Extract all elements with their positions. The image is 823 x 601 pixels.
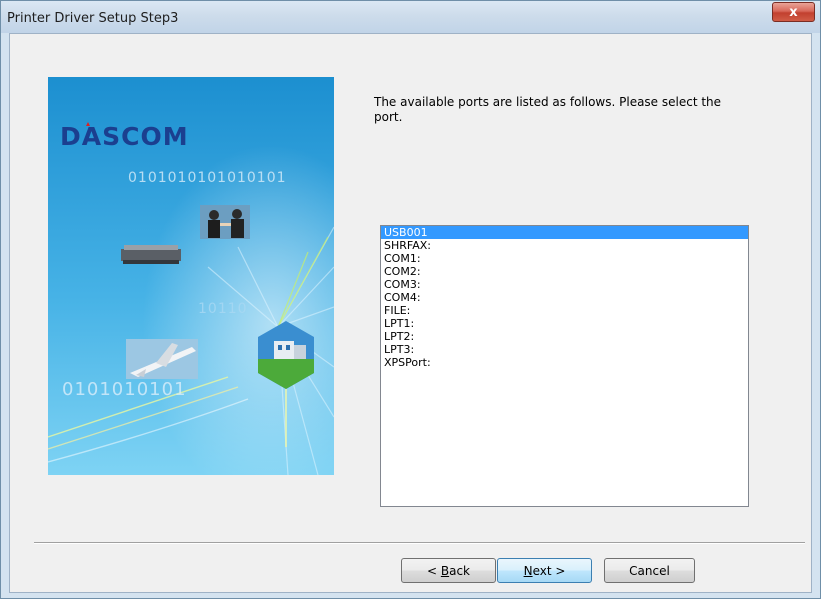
port-list-item[interactable]: COM3: <box>381 278 748 291</box>
port-list-item[interactable]: SHRFAX: <box>381 239 748 252</box>
binary-text-bottom: 0101010101 <box>62 379 187 400</box>
port-list-item[interactable]: COM4: <box>381 291 748 304</box>
port-list-item[interactable]: COM2: <box>381 265 748 278</box>
next-button[interactable]: Next > <box>497 558 592 583</box>
binary-text-middle: 10110 <box>198 301 248 317</box>
port-listbox[interactable]: USB001 SHRFAX: COM1: COM2: COM3: COM4: FILE: LP… <box>380 225 749 507</box>
instructions-text: The available ports are listed as follow… <box>374 95 722 124</box>
cancel-button[interactable]: Cancel <box>604 558 695 583</box>
window-title: Printer Driver Setup Step3 <box>7 11 179 26</box>
port-list-item[interactable]: XPSPort: <box>381 356 748 369</box>
binary-text-top: 0101010101010101 <box>128 170 287 186</box>
port-list-item[interactable]: LPT2: <box>381 330 748 343</box>
port-list-item[interactable]: LPT3: <box>381 343 748 356</box>
port-list-item[interactable]: FILE: <box>381 304 748 317</box>
close-button[interactable]: x <box>772 2 815 22</box>
back-button[interactable]: < Back <box>401 558 496 583</box>
dascom-banner-image: DASCOM 0101010101010101 10110 0101010101 <box>48 77 334 475</box>
dialog-client-area: DASCOM 0101010101010101 10110 0101010101 <box>9 33 812 593</box>
dascom-logo: DASCOM <box>60 122 189 151</box>
separator <box>34 542 805 544</box>
title-bar[interactable]: Printer Driver Setup Step3 x <box>1 1 820 33</box>
printer-image <box>121 245 181 264</box>
business-people-image <box>200 205 250 239</box>
cancel-button-label: Cancel <box>629 563 670 578</box>
port-list-item[interactable]: COM1: <box>381 252 748 265</box>
back-button-label: < Back <box>426 563 470 578</box>
port-list-item[interactable]: LPT1: <box>381 317 748 330</box>
setup-dialog: Printer Driver Setup Step3 x DASCOM 0101… <box>0 0 821 599</box>
port-list-item[interactable]: USB001 <box>381 226 748 239</box>
svg-text:DASCOM: DASCOM <box>60 122 189 151</box>
next-button-label: Next > <box>523 563 566 578</box>
close-icon: x <box>789 4 798 20</box>
airplane-image <box>126 339 198 379</box>
